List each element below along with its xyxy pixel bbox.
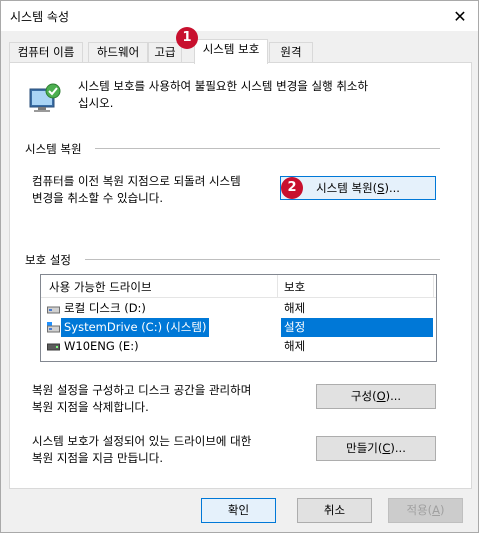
drive-name: SystemDrive (C:) (시스템) — [61, 318, 210, 337]
apply-mnemonic: A — [432, 503, 441, 517]
apply-button[interactable]: 적용(A) — [388, 498, 463, 523]
title-bar: 시스템 속성 ✕ — [1, 1, 478, 31]
window-title: 시스템 속성 — [10, 10, 70, 24]
system-protection-panel: 시스템 보호를 사용하여 불필요한 시스템 변경을 실행 취소하 십시오. 시스… — [9, 62, 472, 489]
system-properties-window: 시스템 속성 ✕ 컴퓨터 이름 하드웨어 고급 시스템 보호 원격 1 시스템 … — [0, 0, 479, 533]
drive-name: 로컬 디스크 (D:) — [64, 301, 146, 315]
create-desc-line-1: 시스템 보호가 설정되어 있는 드라이브에 대한 — [32, 434, 252, 448]
protection-section-divider — [85, 259, 440, 260]
drive-protection: 해제 — [284, 339, 306, 353]
close-icon: ✕ — [453, 6, 467, 26]
column-divider-end — [433, 275, 434, 297]
drive-protection: 해제 — [284, 301, 306, 315]
configure-desc-line-1: 복원 설정을 구성하고 디스크 공간을 관리하며 — [32, 383, 252, 397]
configure-description: 복원 설정을 구성하고 디스크 공간을 관리하며 복원 지점을 삭제합니다. — [32, 382, 251, 416]
drive-row-d[interactable]: 로컬 디스크 (D:) 해제 — [41, 299, 436, 318]
system-restore-label-pre: 시스템 복원( — [316, 181, 378, 195]
drive-icon — [47, 343, 60, 351]
local-disk-icon — [47, 306, 60, 314]
column-header-protection[interactable]: 보호 — [284, 279, 305, 295]
apply-label-pre: 적용( — [406, 503, 433, 517]
create-description: 시스템 보호가 설정되어 있는 드라이브에 대한 복원 지점을 지금 만듭니다. — [32, 433, 251, 467]
system-restore-label-post: )... — [384, 181, 400, 195]
tab-remote[interactable]: 원격 — [269, 42, 313, 63]
column-divider[interactable] — [277, 275, 278, 297]
create-label-post: )... — [390, 441, 406, 455]
drive-name: W10ENG (E:) — [64, 339, 139, 353]
protection-section-label: 보호 설정 — [25, 253, 71, 267]
system-protection-icon — [29, 83, 61, 112]
drive-list-header: 사용 가능한 드라이브 보호 — [41, 275, 436, 298]
create-desc-line-2: 복원 지점을 지금 만듭니다. — [32, 451, 164, 465]
restore-section-label: 시스템 복원 — [25, 142, 82, 156]
configure-label-post: )... — [385, 389, 402, 403]
configure-desc-line-2: 복원 지점을 삭제합니다. — [32, 400, 149, 414]
restore-description: 컴퓨터를 이전 복원 지점으로 되돌려 시스템 변경을 취소할 수 있습니다. — [32, 173, 241, 207]
configure-mnemonic: O — [376, 389, 386, 403]
restore-desc-line-2: 변경을 취소할 수 있습니다. — [32, 191, 164, 205]
create-button[interactable]: 만들기(C)... — [316, 436, 436, 461]
intro-text: 시스템 보호를 사용하여 불필요한 시스템 변경을 실행 취소하 십시오. — [78, 78, 368, 112]
tab-computer-name[interactable]: 컴퓨터 이름 — [9, 42, 83, 63]
callout-badge-1: 1 — [176, 27, 198, 49]
drive-row-e[interactable]: W10ENG (E:) 해제 — [41, 337, 436, 356]
cancel-button[interactable]: 취소 — [297, 498, 372, 523]
configure-label-pre: 구성( — [350, 389, 377, 403]
configure-button[interactable]: 구성(O)... — [316, 384, 436, 409]
ok-button[interactable]: 확인 — [201, 498, 276, 523]
drive-protection: 설정 — [281, 318, 433, 337]
drive-row-c[interactable]: SystemDrive (C:) (시스템) 설정 — [41, 318, 436, 337]
intro-line-2: 십시오. — [78, 96, 114, 110]
tab-advanced[interactable]: 고급 — [148, 42, 182, 63]
intro-line-1: 시스템 보호를 사용하여 불필요한 시스템 변경을 실행 취소하 — [78, 79, 369, 93]
close-button[interactable]: ✕ — [442, 1, 478, 31]
system-drive-icon — [47, 322, 60, 333]
column-header-drives[interactable]: 사용 가능한 드라이브 — [49, 279, 152, 295]
callout-badge-2: 2 — [281, 177, 303, 199]
restore-section-divider — [95, 148, 440, 149]
tab-system-protection[interactable]: 시스템 보호 — [194, 39, 268, 64]
create-label-pre: 만들기( — [346, 441, 383, 455]
tab-hardware[interactable]: 하드웨어 — [88, 42, 148, 63]
restore-desc-line-1: 컴퓨터를 이전 복원 지점으로 되돌려 시스템 — [32, 174, 241, 188]
system-restore-button[interactable]: 시스템 복원(S)... — [280, 176, 436, 200]
apply-label-post: ) — [440, 503, 445, 517]
drive-list[interactable]: 사용 가능한 드라이브 보호 로컬 디스크 (D:) 해제 SystemDriv… — [40, 274, 437, 362]
